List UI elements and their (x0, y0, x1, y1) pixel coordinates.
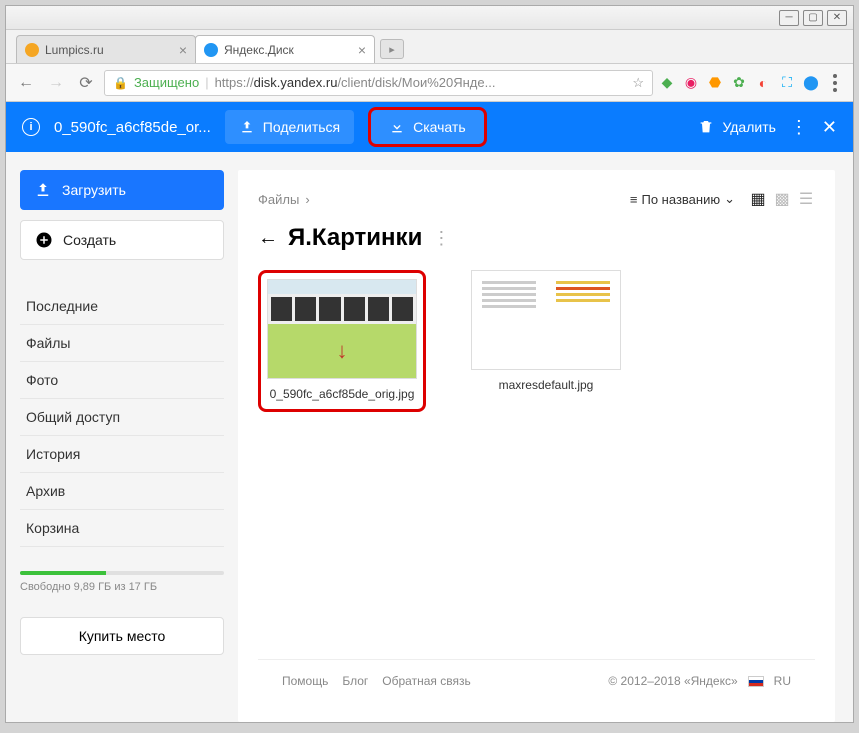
selected-filename: 0_590fc_a6cf85de_or... (54, 119, 211, 136)
file-grid: 0_590fc_a6cf85de_orig.jpg maxresdefault.… (258, 270, 815, 412)
upload-button[interactable]: Загрузить (20, 170, 224, 210)
sidebar-item-files[interactable]: Файлы (20, 325, 224, 362)
footer-feedback-link[interactable]: Обратная связь (382, 674, 470, 688)
star-icon[interactable]: ☆ (632, 75, 644, 91)
ext-icon[interactable]: ◐ (755, 75, 771, 91)
ext-icon[interactable]: ✿ (731, 75, 747, 91)
tab-yandex-disk[interactable]: Яндекс.Диск × (195, 35, 375, 63)
sidebar-item-archive[interactable]: Архив (20, 473, 224, 510)
delete-button[interactable]: Удалить (698, 119, 775, 135)
share-icon (239, 119, 255, 135)
favicon-icon (25, 43, 39, 57)
file-item-selected[interactable]: 0_590fc_a6cf85de_orig.jpg (258, 270, 426, 412)
browser-tabs: Lumpics.ru × Яндекс.Диск × ▸ (6, 30, 853, 64)
breadcrumb[interactable]: Файлы › (258, 192, 310, 207)
view-small-grid-icon[interactable]: ▩ (773, 190, 791, 208)
ext-icon[interactable]: ⛶ (779, 75, 795, 91)
footer-blog-link[interactable]: Блог (342, 674, 368, 688)
sort-icon: ≡ (630, 192, 638, 207)
lang-label[interactable]: RU (774, 674, 791, 688)
browser-window: ─ ▢ ✕ Lumpics.ru × Яндекс.Диск × ▸ ← → ⟳… (5, 5, 854, 723)
chevron-right-icon: › (305, 192, 309, 207)
chevron-down-icon: ⌄ (724, 191, 735, 207)
sidebar-item-shared[interactable]: Общий доступ (20, 399, 224, 436)
info-icon[interactable]: i (22, 118, 40, 136)
file-item[interactable]: maxresdefault.jpg (466, 270, 626, 412)
ext-icon[interactable]: ◆ (659, 75, 675, 91)
sidebar-item-photo[interactable]: Фото (20, 362, 224, 399)
folder-title-row: ← Я.Картинки ⋮ (258, 224, 815, 252)
ext-icon[interactable]: ⬤ (803, 75, 819, 91)
secure-label: Защищено (134, 75, 199, 90)
sidebar-nav: Последние Файлы Фото Общий доступ Истори… (20, 288, 224, 547)
more-icon[interactable]: ⋮ (790, 117, 808, 138)
selection-toolbar: i 0_590fc_a6cf85de_or... Поделиться Скач… (6, 102, 853, 152)
extension-icons: ◆ ◉ ⬣ ✿ ◐ ⛶ ⬤ (659, 75, 819, 91)
share-button[interactable]: Поделиться (225, 110, 354, 144)
url-input[interactable]: 🔒 Защищено | https://disk.yandex.ru/clie… (104, 70, 653, 96)
view-large-grid-icon[interactable]: ▦ (749, 190, 767, 208)
tab-title: Яндекс.Диск (224, 43, 294, 57)
upload-icon (34, 181, 52, 199)
create-button[interactable]: Создать (20, 220, 224, 260)
back-button[interactable]: ← (14, 71, 38, 95)
close-icon[interactable]: × (358, 42, 366, 58)
view-toolbar: ≡ По названию ⌄ ▦ ▩ ☰ (630, 190, 815, 208)
close-selection-button[interactable]: ✕ (822, 117, 837, 138)
window-maximize-button[interactable]: ▢ (803, 10, 823, 26)
more-icon[interactable]: ⋮ (432, 228, 450, 249)
view-list-icon[interactable]: ☰ (797, 190, 815, 208)
file-thumbnail (267, 279, 417, 379)
window-titlebar: ─ ▢ ✕ (6, 6, 853, 30)
download-icon (389, 119, 405, 135)
copyright-text: © 2012–2018 «Яндекс» (608, 674, 737, 688)
sort-dropdown[interactable]: ≡ По названию ⌄ (630, 191, 735, 207)
sidebar: Загрузить Создать Последние Файлы Фото О… (6, 152, 238, 722)
file-thumbnail (471, 270, 621, 370)
folder-title: Я.Картинки (288, 224, 422, 252)
close-icon[interactable]: × (179, 42, 187, 58)
tab-lumpics[interactable]: Lumpics.ru × (16, 35, 196, 63)
app-body: Загрузить Создать Последние Файлы Фото О… (6, 152, 853, 722)
new-tab-button[interactable]: ▸ (380, 39, 404, 59)
main-panel: Файлы › ≡ По названию ⌄ ▦ ▩ ☰ (238, 170, 835, 722)
storage-indicator: Свободно 9,89 ГБ из 17 ГБ (20, 571, 224, 593)
footer-help-link[interactable]: Помощь (282, 674, 328, 688)
plus-icon (35, 231, 53, 249)
favicon-icon (204, 43, 218, 57)
download-button[interactable]: Скачать (368, 107, 487, 147)
forward-button[interactable]: → (44, 71, 68, 95)
url-text: https://disk.yandex.ru/client/disk/Мои%2… (215, 75, 496, 90)
browser-menu-button[interactable] (825, 74, 845, 92)
back-icon[interactable]: ← (258, 227, 278, 250)
flag-ru-icon (748, 676, 764, 687)
window-close-button[interactable]: ✕ (827, 10, 847, 26)
trash-icon (698, 119, 714, 135)
file-name: 0_590fc_a6cf85de_orig.jpg (270, 387, 415, 403)
buy-storage-button[interactable]: Купить место (20, 617, 224, 655)
sidebar-item-history[interactable]: История (20, 436, 224, 473)
ext-icon[interactable]: ⬣ (707, 75, 723, 91)
file-name: maxresdefault.jpg (499, 378, 594, 394)
sidebar-item-recent[interactable]: Последние (20, 288, 224, 325)
ext-icon[interactable]: ◉ (683, 75, 699, 91)
lock-icon: 🔒 (113, 76, 128, 90)
reload-button[interactable]: ⟳ (74, 71, 98, 95)
sidebar-item-trash[interactable]: Корзина (20, 510, 224, 547)
window-minimize-button[interactable]: ─ (779, 10, 799, 26)
tab-title: Lumpics.ru (45, 43, 104, 57)
address-bar: ← → ⟳ 🔒 Защищено | https://disk.yandex.r… (6, 64, 853, 102)
storage-text: Свободно 9,89 ГБ из 17 ГБ (20, 581, 224, 593)
footer: Помощь Блог Обратная связь © 2012–2018 «… (258, 659, 815, 702)
